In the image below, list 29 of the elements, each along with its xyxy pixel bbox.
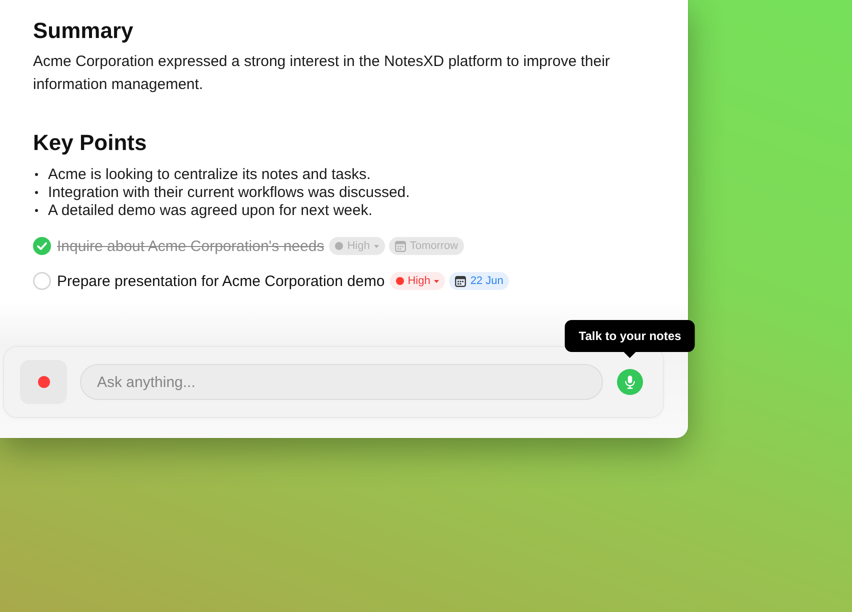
microphone-icon xyxy=(624,375,636,389)
ask-field[interactable]: Ask anything... xyxy=(80,364,603,400)
key-point-text: Integration with their current workflows was discussed. xyxy=(48,184,410,200)
task-checkbox[interactable] xyxy=(33,272,51,290)
priority-badge[interactable]: High xyxy=(390,272,446,290)
microphone-button[interactable] xyxy=(617,369,643,395)
task-checkbox[interactable] xyxy=(33,237,51,255)
priority-dot-icon xyxy=(335,242,344,250)
record-dot-icon xyxy=(38,376,50,388)
priority-badge[interactable]: High xyxy=(329,237,385,255)
bullet-icon xyxy=(35,172,38,176)
task-title: Inquire about Acme Corporation's needs xyxy=(57,238,324,254)
summary-heading: Summary xyxy=(33,18,134,44)
priority-dot-icon xyxy=(396,277,404,285)
tooltip: Talk to your notes xyxy=(564,320,696,358)
bullet-icon xyxy=(35,208,38,212)
calendar-icon xyxy=(455,276,466,286)
key-points-heading: Key Points xyxy=(33,130,148,156)
due-date-badge[interactable]: Tomorrow xyxy=(388,237,464,255)
caret-icon xyxy=(434,280,440,282)
key-point-text: A detailed demo was agreed upon for next week. xyxy=(48,202,372,218)
record-button[interactable] xyxy=(20,360,67,404)
caret-icon xyxy=(374,244,379,248)
bullet-icon xyxy=(35,190,38,194)
summary-text: Acme Corporation expressed a strong interest in the NotesXD platform to improve their information management. xyxy=(33,52,611,95)
key-point-text: Acme is looking to centralize its notes and tasks. xyxy=(48,166,371,182)
calendar-icon xyxy=(394,240,406,252)
due-date-badge[interactable]: 22 Jun xyxy=(449,272,510,290)
task-title: Prepare presentation for Acme Corporation demo xyxy=(57,272,385,290)
